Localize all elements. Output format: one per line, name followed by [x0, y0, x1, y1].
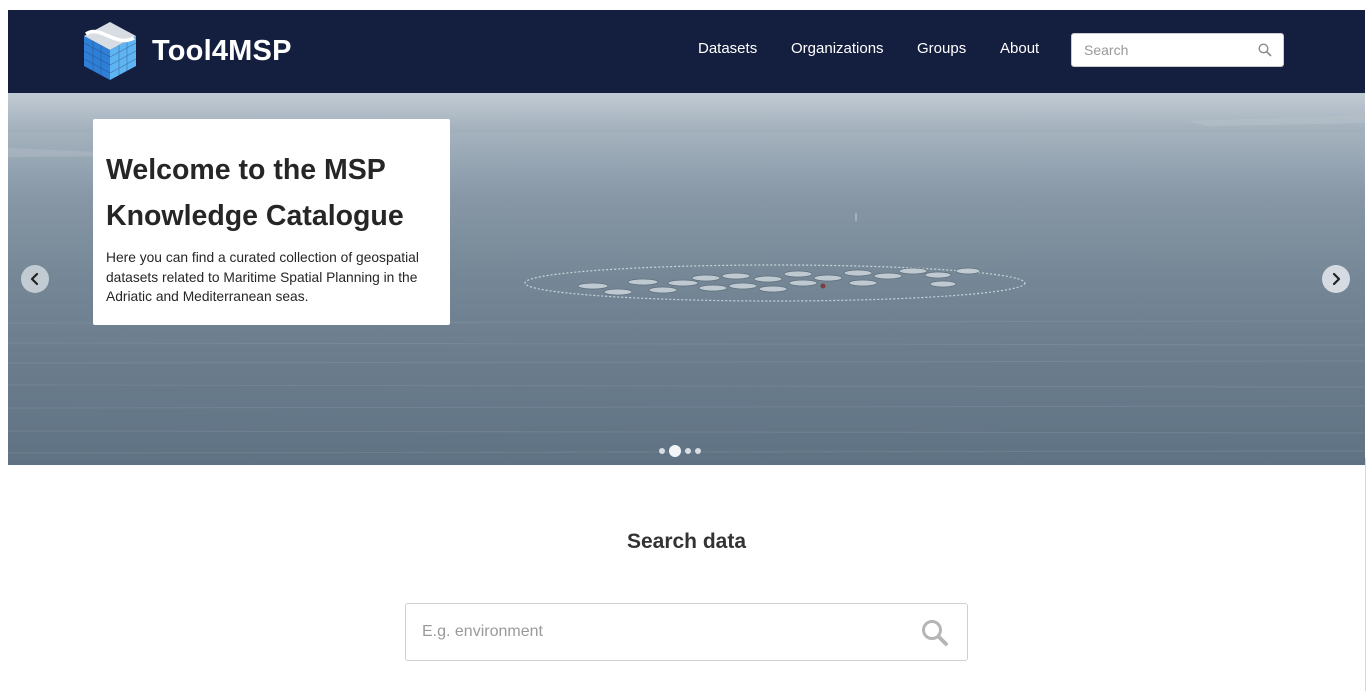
carousel-next-button[interactable] — [1322, 265, 1350, 293]
search-section-title: Search data — [626, 530, 747, 553]
carousel-dot-3[interactable] — [685, 448, 691, 454]
nav-groups-link[interactable]: Groups — [917, 40, 966, 57]
search-icon[interactable] — [920, 618, 950, 648]
search-icon[interactable] — [1257, 42, 1273, 58]
nav-datasets-link[interactable]: Datasets — [698, 40, 757, 57]
chevron-left-icon — [30, 272, 39, 286]
dataset-search-form — [405, 603, 968, 661]
site-header: Tool4MSP Datasets Organizations Groups A… — [8, 10, 1365, 93]
carousel-dot-4[interactable] — [695, 448, 701, 454]
dataset-search-input[interactable] — [406, 604, 886, 660]
hero-carousel: Welcome to the MSP Knowledge Catalogue H… — [8, 93, 1365, 465]
cube-logo-icon — [83, 22, 137, 80]
carousel-dot-2[interactable] — [669, 445, 681, 457]
nav-about-link[interactable]: About — [1000, 40, 1039, 57]
page: Tool4MSP Datasets Organizations Groups A… — [8, 10, 1365, 691]
hero-caption-card: Welcome to the MSP Knowledge Catalogue H… — [93, 119, 450, 325]
home-link[interactable]: Tool4MSP — [82, 20, 292, 82]
header-search-input[interactable] — [1072, 34, 1242, 66]
hero-description: Here you can find a curated collection o… — [106, 250, 419, 304]
carousel-dot-1[interactable] — [659, 448, 665, 454]
header-search-form — [1071, 33, 1284, 67]
nav-organizations-link[interactable]: Organizations — [791, 40, 884, 57]
carousel-prev-button[interactable] — [21, 265, 49, 293]
chevron-right-icon — [1332, 272, 1341, 286]
hero-title: Welcome to the MSP Knowledge Catalogue — [106, 154, 404, 232]
scrollbar-track — [1365, 458, 1366, 691]
carousel-indicators — [659, 443, 705, 459]
brand-name: Tool4MSP — [152, 34, 292, 67]
